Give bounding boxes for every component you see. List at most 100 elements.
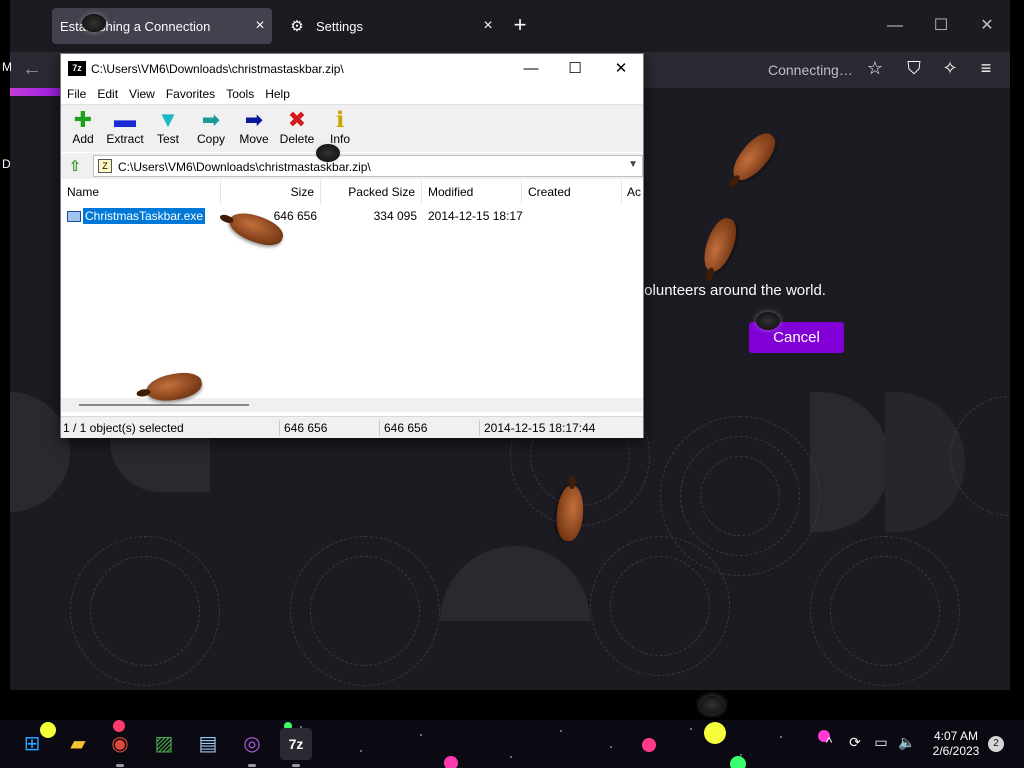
- menu-icon[interactable]: ≡: [974, 58, 998, 79]
- 7zip-app-icon: 7z: [68, 61, 86, 76]
- extract-button[interactable]: ▬ Extract: [103, 108, 147, 152]
- window-title: C:\Users\VM6\Downloads\christmastaskbar.…: [91, 62, 344, 76]
- toolbar-label: Extract: [106, 132, 144, 146]
- decor-light: [444, 756, 458, 768]
- tab-strip: Establishing a Connection × ⚙ Settings ×…: [10, 0, 1010, 52]
- image-icon[interactable]: ▨: [148, 728, 180, 760]
- back-arrow-icon[interactable]: ←: [22, 58, 42, 81]
- column-header-accessed[interactable]: Ac: [622, 180, 643, 204]
- decor-circle: [90, 556, 200, 666]
- monitor-icon[interactable]: ▤: [192, 728, 224, 760]
- decor-circle: [830, 556, 940, 666]
- decor-light: [642, 738, 656, 752]
- fly-sprite: [82, 14, 106, 32]
- star-icon[interactable]: ☆: [863, 58, 887, 79]
- decor-star: [690, 728, 692, 730]
- file-name[interactable]: ChristmasTaskbar.exe: [83, 208, 206, 224]
- chevron-down-icon[interactable]: ▼: [628, 159, 638, 170]
- copy-icon: ➡: [201, 107, 221, 132]
- info-icon: ℹ: [335, 107, 345, 132]
- toolbar-label: Delete: [279, 132, 315, 146]
- maximize-button[interactable]: ☐: [926, 12, 956, 40]
- delete-button[interactable]: ✖ Delete: [275, 108, 319, 152]
- close-tab-icon[interactable]: ×: [476, 17, 500, 35]
- menu-file[interactable]: File: [61, 84, 91, 101]
- tab-settings[interactable]: ⚙ Settings ×: [280, 8, 500, 44]
- add-button[interactable]: ✚ Add: [61, 108, 105, 152]
- up-folder-icon[interactable]: ⇧: [65, 157, 85, 175]
- column-header-modified[interactable]: Modified: [422, 180, 522, 204]
- 7zip-icon[interactable]: 7z: [280, 728, 312, 760]
- test-button[interactable]: ▼ Test: [146, 108, 190, 152]
- status-bar: 1 / 1 object(s) selected 646 656 646 656…: [61, 416, 643, 438]
- horizontal-scrollbar[interactable]: [61, 398, 643, 412]
- toolbar: ✚ Add ▬ Extract ▼ Test ➡ Copy ➡ Move ✖ D…: [61, 104, 643, 152]
- zip-file-icon: Z: [98, 159, 112, 173]
- decor-circle: [310, 556, 420, 666]
- menu-favorites[interactable]: Favorites: [160, 84, 220, 101]
- windows-logo-icon[interactable]: ⊞: [16, 728, 48, 760]
- menu-view[interactable]: View: [123, 84, 160, 101]
- broom-icon[interactable]: ✧: [938, 58, 962, 79]
- file-modified: 2014-12-15 18:17: [428, 209, 523, 223]
- column-header-size[interactable]: Size: [221, 180, 321, 204]
- minimize-button[interactable]: —: [511, 57, 551, 81]
- extract-icon: ▬: [114, 107, 136, 132]
- shield-icon[interactable]: ⛉: [902, 58, 926, 79]
- loading-progress-bar: [10, 88, 60, 96]
- menu-tools[interactable]: Tools: [220, 84, 259, 101]
- decor-circle: [700, 456, 780, 536]
- status-divider: [279, 420, 280, 436]
- network-icon[interactable]: ▭: [872, 734, 890, 751]
- exe-file-icon: [67, 208, 81, 224]
- clock-date: 2/6/2023: [932, 744, 980, 758]
- close-window-button[interactable]: ✕: [972, 12, 1002, 40]
- file-list: Name Size Packed Size Modified Created A…: [61, 180, 643, 412]
- speaker-icon[interactable]: 🔈: [898, 734, 916, 751]
- decor-light: [704, 722, 726, 744]
- chrome-icon[interactable]: ◉: [104, 728, 136, 760]
- notification-badge[interactable]: 2: [988, 736, 1004, 752]
- gear-icon: ⚙: [290, 18, 304, 35]
- address-row: ⇧ Z C:\Users\VM6\Downloads\christmastask…: [61, 153, 643, 179]
- maximize-button[interactable]: ☐: [555, 57, 595, 81]
- address-field[interactable]: Z C:\Users\VM6\Downloads\christmastaskba…: [93, 155, 643, 177]
- column-header-name[interactable]: Name: [61, 180, 221, 204]
- decor-light: [730, 756, 746, 768]
- close-window-button[interactable]: ✕: [601, 57, 641, 81]
- decor-circle: [950, 396, 1010, 516]
- connection-status: Connecting…: [768, 62, 853, 78]
- decor-star: [610, 746, 612, 748]
- 7zip-window: 7z C:\Users\VM6\Downloads\christmastaskb…: [60, 53, 644, 438]
- column-header-packed-size[interactable]: Packed Size: [321, 180, 422, 204]
- system-clock[interactable]: 4:07 AM 2/6/2023: [926, 729, 986, 759]
- column-header-created[interactable]: Created: [522, 180, 622, 204]
- sync-icon[interactable]: ⟳: [846, 734, 864, 751]
- connection-message: of volunteers around the world.: [620, 282, 826, 299]
- status-selected: 1 / 1 object(s) selected: [63, 421, 184, 435]
- title-bar: 7z C:\Users\VM6\Downloads\christmastaskb…: [61, 54, 643, 84]
- move-icon: ➡: [244, 107, 264, 132]
- menu-edit[interactable]: Edit: [91, 84, 123, 101]
- running-indicator: [292, 764, 300, 767]
- taskbar: ⊞ ▰ ◉ ▨ ▤ ◎ 7z ^ ⟳ ▭ 🔈 4:07 AM 2/6/2023 …: [0, 720, 1024, 768]
- menu-help[interactable]: Help: [259, 84, 295, 101]
- close-tab-icon[interactable]: ×: [248, 17, 272, 35]
- tab-label: Settings: [316, 18, 363, 34]
- move-button[interactable]: ➡ Move: [232, 108, 276, 152]
- test-icon: ▼: [157, 107, 179, 132]
- new-tab-button[interactable]: +: [508, 14, 532, 38]
- scrollbar-thumb[interactable]: [79, 404, 249, 406]
- decor-star: [420, 734, 422, 736]
- decor-star: [780, 736, 782, 738]
- edge-letter: M: [2, 60, 12, 74]
- minimize-button[interactable]: —: [880, 12, 910, 40]
- folder-icon[interactable]: ▰: [62, 728, 94, 760]
- fly-sprite: [700, 696, 724, 714]
- file-packed-size: 334 095: [373, 209, 417, 223]
- decor-star: [510, 756, 512, 758]
- copy-button[interactable]: ➡ Copy: [189, 108, 233, 152]
- tor-icon[interactable]: ◎: [236, 728, 268, 760]
- fly-sprite: [316, 144, 340, 162]
- chevron-up-icon[interactable]: ^: [820, 734, 838, 750]
